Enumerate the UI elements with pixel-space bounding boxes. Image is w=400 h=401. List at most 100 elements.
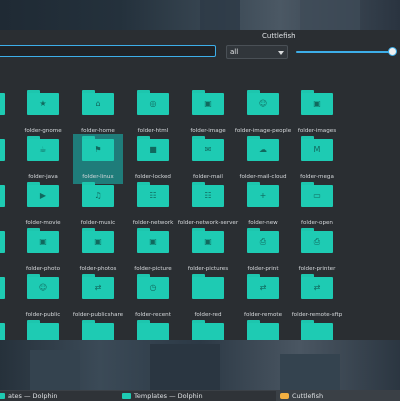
icon-item[interactable]: ☺ folder-public [18, 272, 68, 322]
folder-icon: ☺ [27, 274, 59, 300]
folder-print-glyph-icon: ⎙ [259, 237, 267, 246]
icon-item[interactable]: ✉ folder-mail [183, 134, 233, 184]
icon-item[interactable]: ★ folder-gnome [18, 88, 68, 138]
icon-item-partial[interactable] [0, 318, 14, 340]
icon-item[interactable]: ▣ folder-pictures [183, 226, 233, 276]
icon-item-partial[interactable] [292, 318, 342, 340]
icon-item[interactable]: folder-red [183, 272, 233, 322]
folder-icon [0, 274, 5, 300]
title-bar[interactable]: Cuttlefish [0, 30, 400, 44]
icon-item-partial[interactable] [0, 272, 14, 322]
folder-icon: ▣ [192, 90, 224, 116]
filter-combo[interactable]: all [226, 45, 288, 59]
folder-icon: ★ [27, 90, 59, 116]
icon-item[interactable]: ☁ folder-mail-cloud [238, 134, 288, 184]
icon-item[interactable]: ▣ folder-image [183, 88, 233, 138]
icon-item[interactable]: ▶ folder-movie [18, 180, 68, 230]
icon-item[interactable]: ⎙ folder-print [238, 226, 288, 276]
slider-track [296, 51, 396, 53]
icon-item-partial[interactable] [0, 58, 14, 92]
icon-item-partial[interactable] [238, 318, 288, 340]
search-input[interactable] [0, 45, 216, 57]
icon-item[interactable]: ▭ folder-open [292, 180, 342, 230]
icon-item-partial[interactable] [0, 226, 14, 276]
folder-linux-glyph-icon: ⚑ [94, 145, 102, 154]
icon-item[interactable]: folder-git [292, 58, 342, 92]
icon-item[interactable]: folder-gdrive [238, 58, 288, 92]
folder-icon [137, 320, 169, 340]
icon-item-partial[interactable] [73, 318, 123, 340]
folder-photo-glyph-icon: ▣ [39, 237, 47, 246]
chevron-down-icon [278, 51, 284, 55]
wallpaper-building [150, 344, 220, 390]
folder-icon: ▣ [301, 90, 333, 116]
folder-icon: ▣ [192, 228, 224, 254]
icon-item[interactable]: ▣ folder-photos [73, 226, 123, 276]
folder-remote-glyph-icon: ⇄ [259, 283, 267, 292]
folder-icon [0, 393, 5, 399]
icon-item[interactable]: ☕ folder-java [18, 134, 68, 184]
folder-icon: ⚑ [82, 136, 114, 162]
icon-item[interactable]: ☷ folder-network-server [178, 180, 238, 230]
icon-item[interactable]: folder-fotos [128, 58, 178, 92]
icon-item[interactable]: ☺ folder-image-people [235, 88, 291, 138]
folder-icon [192, 274, 224, 300]
icon-item[interactable]: ⎙ folder-printer [292, 226, 342, 276]
folder-picture-glyph-icon: ▣ [149, 237, 157, 246]
folder-icon: ⇄ [301, 274, 333, 300]
icon-item-partial[interactable] [18, 318, 68, 340]
cuttlefish-window: Cuttlefish all folder-favoritesfolder-fo… [0, 30, 400, 340]
window-title: Cuttlefish [262, 32, 296, 40]
folder-icon [0, 320, 5, 340]
folder-icon [82, 320, 114, 340]
folder-pictures-glyph-icon: ▣ [204, 237, 212, 246]
icon-item[interactable]: ◷ folder-recent [128, 272, 178, 322]
folder-icon: ⎙ [301, 228, 333, 254]
folder-icon: ✉ [192, 136, 224, 162]
folder-open-glyph-icon: ▭ [313, 191, 321, 200]
folder-mail-glyph-icon: ✉ [204, 145, 212, 154]
icon-item-partial[interactable]: b [0, 88, 14, 138]
icon-item[interactable]: ⌂ folder-home [73, 88, 123, 138]
folder-image-glyph-icon: ▣ [204, 99, 212, 108]
folder-recent-glyph-icon: ◷ [149, 283, 157, 292]
icon-item[interactable]: folder-foto [73, 58, 123, 92]
folder-images-glyph-icon: ▣ [313, 99, 321, 108]
icon-item[interactable]: ⇄ folder-remote-sftp [292, 272, 342, 322]
icon-item[interactable]: folder-favorites [18, 58, 68, 92]
folder-icon [0, 228, 5, 254]
icon-size-slider[interactable] [296, 45, 400, 59]
desktop-wallpaper-bottom [0, 340, 400, 390]
icon-item[interactable]: ♫ folder-music [73, 180, 123, 230]
folder-icon [122, 393, 131, 399]
folder-icon [247, 320, 279, 340]
icon-item[interactable]: ☷ folder-network [128, 180, 178, 230]
icon-item[interactable]: ◎ folder-html [128, 88, 178, 138]
wallpaper-building [200, 0, 240, 34]
folder-icon: ▣ [137, 228, 169, 254]
icon-item[interactable]: ⚑ folder-linux [73, 134, 123, 184]
folder-home-glyph-icon: ⌂ [95, 99, 101, 108]
icon-item[interactable]: Mfolder-mega [292, 134, 342, 184]
folder-network-server-glyph-icon: ☷ [204, 191, 212, 200]
icon-item[interactable]: ▣ folder-picture [128, 226, 178, 276]
folder-icon: ☷ [137, 182, 169, 208]
icon-item-partial[interactable]: ant [0, 134, 14, 184]
icon-item[interactable]: ▣ folder-photo [18, 226, 68, 276]
slider-handle[interactable] [388, 47, 397, 56]
icon-item[interactable]: ⇄ folder-remote [238, 272, 288, 322]
folder-gnome-glyph-icon: ★ [39, 99, 47, 108]
icon-item[interactable]: ⇄ folder-publicshare [73, 272, 123, 322]
folder-public-glyph-icon: ☺ [38, 283, 48, 292]
icon-item-partial[interactable]: oad [0, 180, 14, 230]
icon-item[interactable]: folder-games [183, 58, 233, 92]
icon-item[interactable]: + folder-new [238, 180, 288, 230]
icon-item[interactable]: ▣ folder-images [292, 88, 342, 138]
desktop-wallpaper-top [0, 0, 400, 34]
folder-icon: + [247, 182, 279, 208]
icon-item-partial[interactable] [183, 318, 233, 340]
icon-item[interactable]: ■ folder-locked [128, 134, 178, 184]
folder-icon [27, 320, 59, 340]
icon-item-partial[interactable] [128, 318, 178, 340]
folder-icon [0, 90, 5, 116]
